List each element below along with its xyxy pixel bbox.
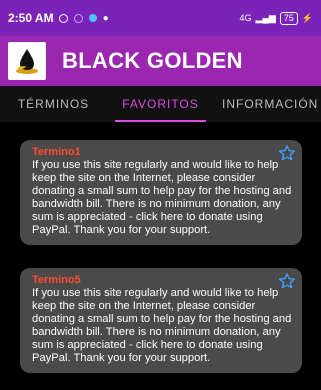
tab-favoritos[interactable]: FAVORITOS	[107, 86, 214, 122]
notification-icon	[88, 14, 97, 22]
battery-icon: 75	[279, 11, 298, 25]
app-bar: BLACK GOLDEN	[0, 36, 321, 86]
status-time: 2:50 AM	[8, 11, 54, 25]
alarm-icon	[58, 13, 68, 23]
favorites-list: Termino1 If you use this site regularly …	[0, 122, 321, 390]
term-description: If you use this site regularly and would…	[32, 159, 292, 236]
battery-level: 75	[283, 12, 294, 23]
app-title: BLACK GOLDEN	[62, 48, 243, 73]
dot-icon: ●	[102, 12, 109, 24]
star-outline-icon[interactable]	[278, 272, 296, 290]
tab-terminos[interactable]: TÉRMINOS	[0, 86, 107, 122]
star-outline-icon[interactable]	[278, 144, 296, 162]
network-label: 4G	[239, 13, 252, 23]
oil-drop-logo	[8, 42, 46, 80]
list-item[interactable]: Termino5 If you use this site regularly …	[20, 268, 302, 373]
charging-icon: ⚡	[301, 12, 313, 23]
status-bar: 2:50 AM ● 4G ▂▄▆ 75 ⚡	[0, 0, 321, 36]
sync-icon	[73, 13, 83, 23]
tab-bar: TÉRMINOS FAVORITOS INFORMACIÓN	[0, 86, 321, 122]
signal-icon: ▂▄▆	[255, 12, 276, 23]
term-title: Termino5	[32, 274, 81, 286]
list-item[interactable]: Termino1 If you use this site regularly …	[20, 140, 302, 245]
term-title: Termino1	[32, 146, 81, 158]
tab-informacion[interactable]: INFORMACIÓN	[214, 86, 321, 122]
term-description: If you use this site regularly and would…	[32, 287, 292, 364]
